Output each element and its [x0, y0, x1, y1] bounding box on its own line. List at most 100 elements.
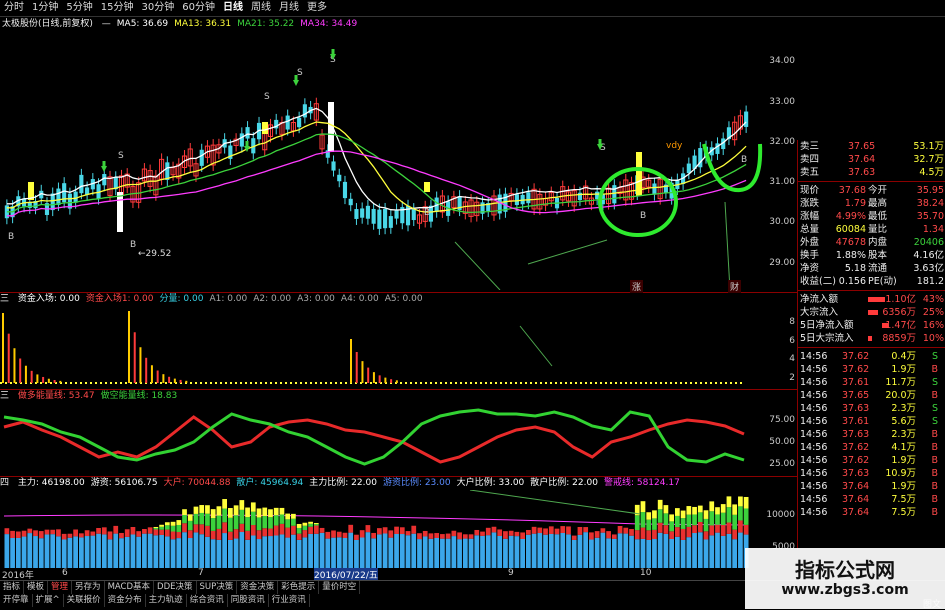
capital-bar [474, 529, 480, 536]
bottom-tab[interactable]: 行业资讯 [269, 594, 310, 607]
inflow-bar [7, 333, 10, 383]
tick-vol: 2.3万 [891, 429, 916, 440]
candlestick-chart[interactable]: SSSSSBBB BB←29.52vdy [0, 32, 797, 290]
capital-bar [176, 538, 182, 568]
capital-bar [738, 532, 743, 568]
inflow-bar [128, 311, 130, 383]
tab-1[interactable]: 1分钟 [28, 0, 62, 16]
panel1-legend: 三 资金入场: 0.00 资金入场1: 0.00 分量: 0.00 A1: 0.00 A… [0, 292, 797, 306]
capital-bar [107, 539, 113, 568]
capital-bar [720, 512, 726, 526]
flow-value: 1.10亿 [885, 294, 916, 305]
sell-marker: S [297, 68, 303, 78]
stat-value: 20406 [913, 237, 944, 248]
bottom-tab[interactable]: 综合资讯 [187, 594, 228, 607]
panel1-tick-0: 8 [789, 317, 795, 327]
bottom-tab[interactable]: 同股资讯 [228, 594, 269, 607]
capital-bar [228, 531, 233, 540]
capital-bar [90, 535, 96, 568]
panel1-tick-3: 2 [789, 373, 795, 383]
bottom-tab[interactable]: DDE决策 [154, 581, 197, 594]
capital-bar [359, 537, 365, 568]
ma-label-1: MA13: 36.31 [174, 19, 232, 29]
bottom-tab[interactable]: 扩展^ [33, 594, 64, 607]
panel1-items: 资金入场: 0.00 资金入场1: 0.00 分量: 0.00 A1: 0.00 A2:… [18, 294, 429, 304]
capital-bar [222, 508, 227, 523]
capital-bar [697, 522, 703, 533]
capital-bar [669, 531, 674, 540]
capital-bar [33, 536, 38, 568]
capital-bar [434, 537, 440, 568]
tick-vol: 11.7万 [885, 377, 916, 388]
capital-bar [56, 529, 61, 537]
capital-bar [205, 525, 210, 537]
capital-bar [153, 535, 159, 568]
tick-time: 14:56 [800, 403, 828, 414]
annotation-arrow [724, 201, 731, 290]
capital-bar [228, 508, 233, 518]
capital-bar [675, 536, 680, 568]
inflow-bar [145, 357, 148, 383]
energy-line-chart[interactable] [0, 402, 797, 476]
stat-row: 现价 37.68 今开 35.95 [798, 184, 945, 197]
bottom-tab[interactable]: 开停靠 [0, 594, 33, 607]
capital-bar [657, 499, 663, 510]
tab-5[interactable]: 60分钟 [178, 0, 219, 16]
capital-bar [377, 534, 382, 568]
sell-row: 卖四 37.64 32.7万 [798, 153, 945, 166]
tab-7[interactable]: 周线 [247, 0, 275, 16]
tick-price: 37.64 [842, 481, 870, 492]
tab-6[interactable]: 日线 [219, 0, 247, 16]
bottom-tab[interactable]: SUP决策 [197, 581, 238, 594]
capital-bars-chart[interactable] [0, 490, 797, 568]
bottom-tab[interactable]: 另存为 [72, 581, 105, 594]
capital-bar [640, 538, 646, 568]
stat-row: 收益(二) 0.156 PE(动) 181.2 [798, 275, 945, 288]
panel2-prefix: 三 [0, 391, 10, 401]
capital-bar [233, 515, 239, 530]
tab-4[interactable]: 30分钟 [137, 0, 178, 16]
capital-bar [205, 536, 210, 568]
buy-marker: B [424, 208, 430, 218]
capital-bar [732, 529, 738, 540]
capital-bar [262, 516, 268, 529]
bottom-tab[interactable]: 指标 [0, 581, 25, 594]
tab-9[interactable]: 更多 [303, 0, 331, 16]
capital-bar [124, 536, 130, 568]
capital-bar [222, 522, 227, 534]
fund-inflow-chart[interactable] [0, 306, 797, 388]
inflow-bar [162, 374, 165, 383]
capital-bar [10, 530, 15, 538]
panel1-tick-1: 6 [789, 336, 795, 346]
capital-bar [268, 528, 273, 537]
panel1-item-0: 资金入场: 0.00 [17, 294, 80, 304]
candle [394, 209, 399, 219]
bottom-tab[interactable]: 量价时空 [319, 581, 361, 594]
bottom-tab[interactable]: 主力轨迹 [146, 594, 187, 607]
capital-bar [703, 518, 709, 532]
capital-bar [405, 535, 411, 568]
tab-2[interactable]: 5分钟 [62, 0, 96, 16]
bottom-tab[interactable]: 彩色提示 [278, 581, 320, 594]
capital-bar [743, 524, 749, 535]
divider [798, 290, 945, 291]
capital-bar [428, 538, 434, 568]
tab-0[interactable]: 分时 [0, 0, 28, 16]
main-y-axis: 34.00 33.00 32.00 31.00 30.00 29.00 [769, 32, 797, 290]
capital-bar [50, 529, 56, 535]
stat-value: 37.68 [838, 185, 866, 196]
tab-8[interactable]: 月线 [275, 0, 303, 16]
bottom-tab[interactable]: 管理 [48, 581, 73, 594]
bottom-tab[interactable]: 资金决策 [237, 581, 279, 594]
bottom-tab[interactable]: 模板 [24, 581, 49, 594]
capital-bar [577, 534, 583, 568]
inflow-bar [173, 378, 176, 383]
tick-vol: 4.1万 [891, 442, 916, 453]
tab-3[interactable]: 15分钟 [97, 0, 138, 16]
stat-value: 3.63亿 [913, 263, 944, 274]
bottom-tab[interactable]: 资金分布 [105, 594, 146, 607]
candle [388, 216, 393, 228]
panel1-item-1: 资金入场1: 0.00 [85, 294, 154, 304]
bottom-tab[interactable]: 关联报价 [64, 594, 105, 607]
bottom-tab[interactable]: MACD基本 [105, 581, 155, 594]
